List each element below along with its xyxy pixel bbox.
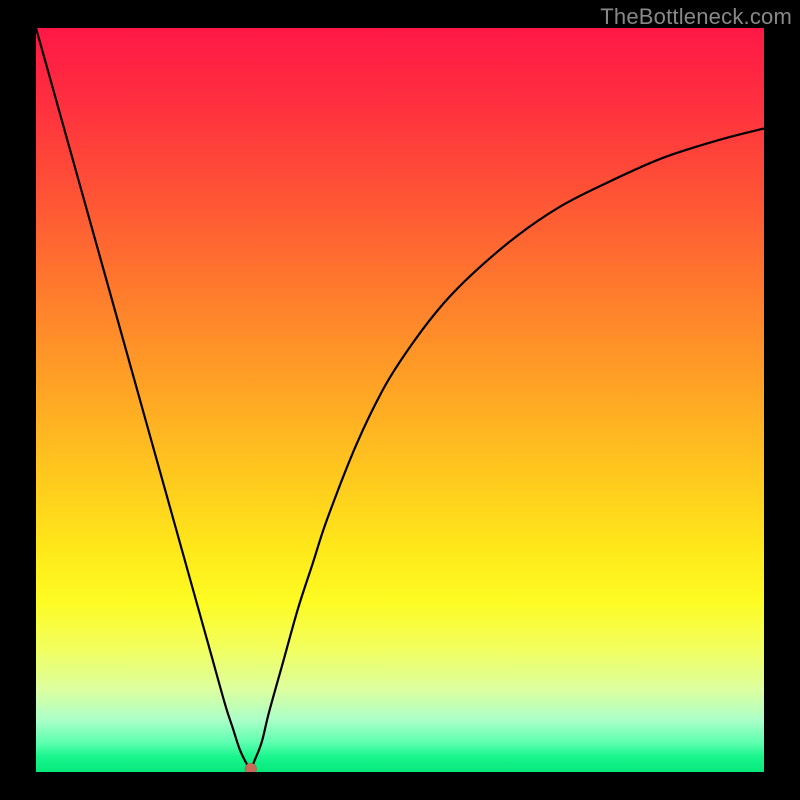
bottleneck-curve-path: [36, 28, 764, 769]
chart-svg: [36, 28, 764, 772]
chart-plot-area: [36, 28, 764, 772]
watermark-text: TheBottleneck.com: [600, 4, 792, 30]
